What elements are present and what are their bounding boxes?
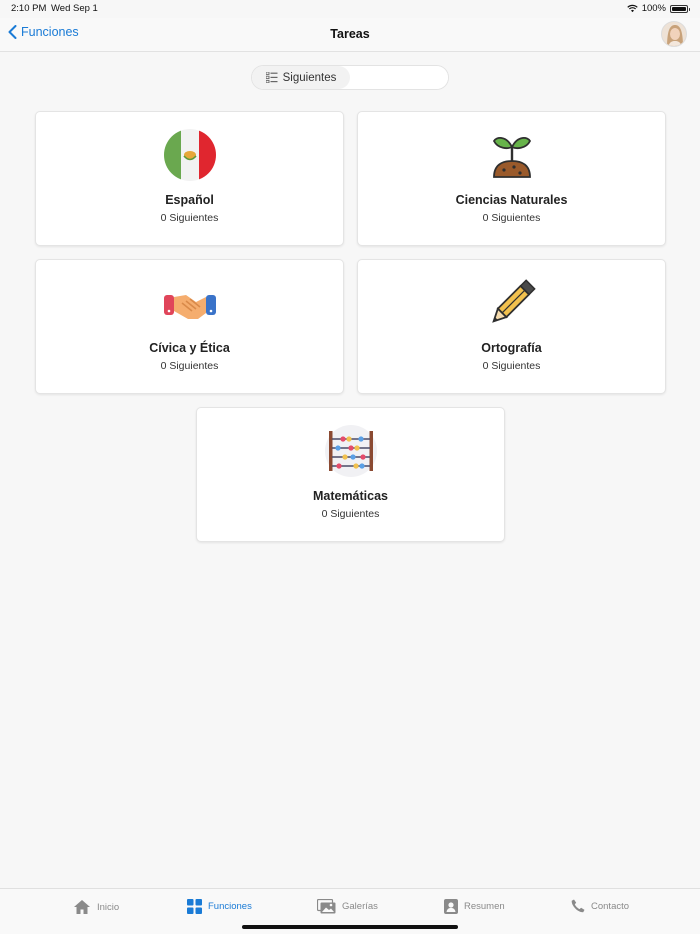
abacus-icon xyxy=(324,425,377,477)
tab-resumen[interactable]: Resumen xyxy=(444,899,505,914)
wifi-icon xyxy=(627,4,638,13)
handshake-icon xyxy=(163,295,216,319)
grid-icon xyxy=(187,899,202,914)
subject-title: Cívica y Ética xyxy=(149,341,230,355)
subject-card-ciencias-naturales[interactable]: Ciencias Naturales 0 Siguientes xyxy=(357,111,666,246)
status-right: 100% xyxy=(627,3,690,14)
navigation-bar: Funciones Tareas xyxy=(0,18,700,52)
subject-card-civica-y-etica[interactable]: Cívica y Ética 0 Siguientes xyxy=(35,259,344,394)
subject-card-matematicas[interactable]: Matemáticas 0 Siguientes xyxy=(196,407,505,542)
status-time: 2:10 PM xyxy=(11,3,47,14)
avatar[interactable] xyxy=(661,21,687,47)
profile-card-icon xyxy=(444,899,458,914)
page-title: Tareas xyxy=(330,27,370,41)
subject-card-ortografia[interactable]: Ortografía 0 Siguientes xyxy=(357,259,666,394)
pencil-icon xyxy=(491,279,536,323)
subject-title: Ciencias Naturales xyxy=(455,193,568,207)
avatar-image xyxy=(662,22,686,46)
tab-label: Resumen xyxy=(464,901,505,912)
battery-icon xyxy=(670,4,690,13)
battery-percent: 100% xyxy=(641,3,666,14)
subject-card-espanol[interactable]: Español 0 Siguientes xyxy=(35,111,344,246)
tab-inicio[interactable]: Inicio xyxy=(73,899,119,915)
tab-funciones[interactable]: Funciones xyxy=(187,899,252,914)
subject-title: Español xyxy=(165,193,214,207)
home-indicator xyxy=(242,925,458,929)
tab-label: Funciones xyxy=(208,901,252,912)
subject-count: 0 Siguientes xyxy=(160,212,219,224)
status-date: Wed Sep 1 xyxy=(51,3,98,14)
list-icon xyxy=(265,72,278,83)
home-icon xyxy=(74,900,90,914)
gallery-icon xyxy=(317,899,336,914)
segment-siguientes[interactable]: Siguientes xyxy=(252,66,350,89)
subject-count: 0 Siguientes xyxy=(321,508,380,520)
phone-icon xyxy=(571,899,585,913)
segment-ver-todas-label: Ver todas xyxy=(374,71,424,84)
tab-galerias[interactable]: Galerías xyxy=(317,899,378,914)
subject-count: 0 Siguientes xyxy=(160,360,219,372)
segment-siguientes-label: Siguientes xyxy=(282,71,337,84)
subject-title: Ortografía xyxy=(481,341,542,355)
subject-title: Matemáticas xyxy=(312,489,389,503)
tab-contacto[interactable]: Contacto xyxy=(571,899,629,913)
tab-label: Galerías xyxy=(342,901,378,912)
status-bar: 2:10 PM Wed Sep 1 100% xyxy=(0,0,700,18)
subject-count: 0 Siguientes xyxy=(482,360,541,372)
tab-label: Contacto xyxy=(591,900,630,912)
filter-segmented-control: Siguientes Ver todas xyxy=(251,65,449,90)
tab-label: Inicio xyxy=(97,901,120,913)
plant-sprout-icon xyxy=(492,137,531,178)
mexico-flag-icon xyxy=(163,129,216,181)
segment-ver-todas[interactable]: Ver todas xyxy=(350,66,448,89)
subject-count: 0 Siguientes xyxy=(482,212,541,224)
